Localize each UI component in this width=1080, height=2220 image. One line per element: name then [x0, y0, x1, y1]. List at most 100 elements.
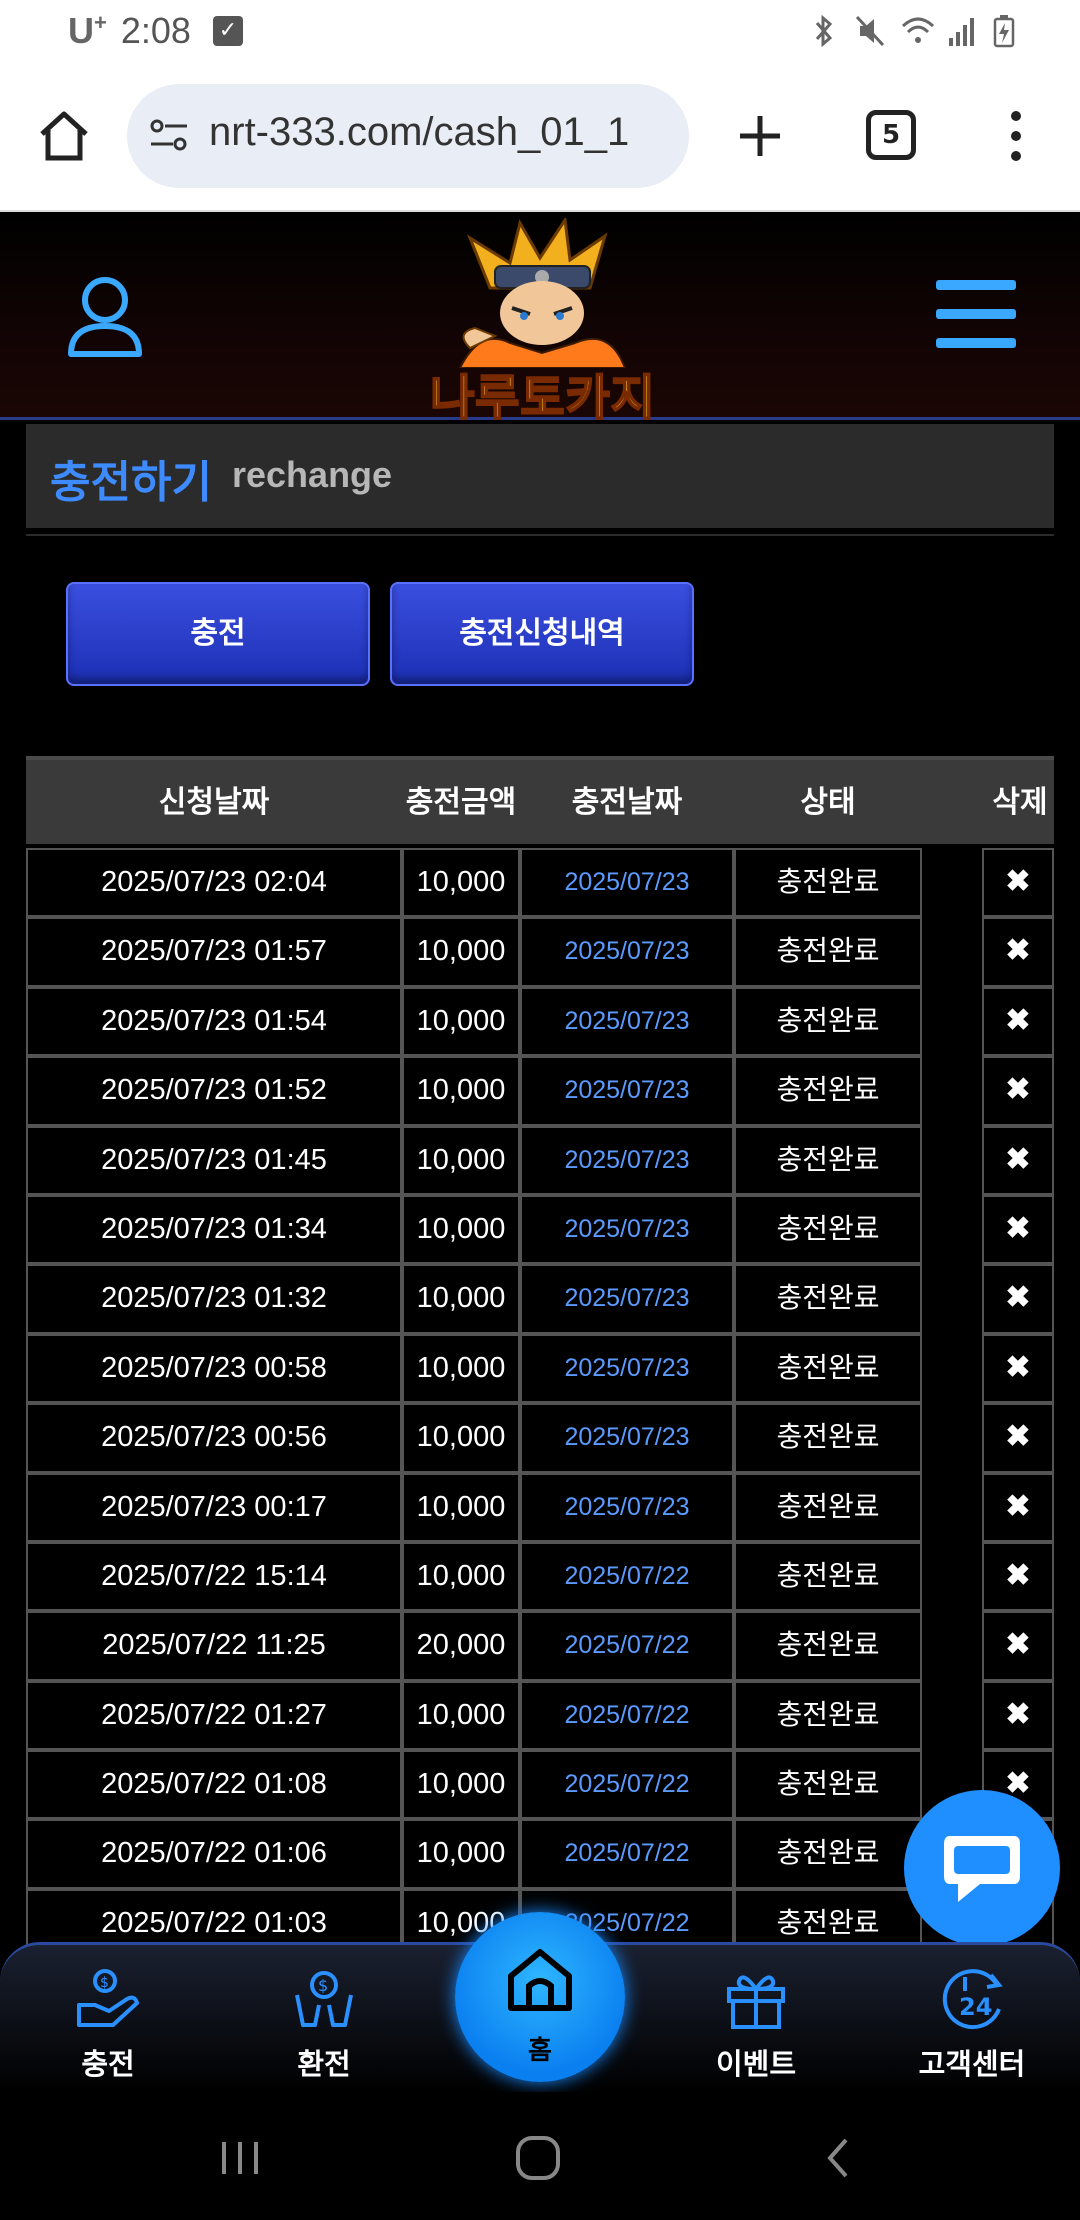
cell-status: 충전완료 [734, 1750, 922, 1820]
cell-request-date: 2025/07/23 01:45 [26, 1125, 402, 1195]
nav-event[interactable]: 이벤트 [686, 1965, 826, 2083]
hamburger-menu-icon[interactable] [936, 278, 1016, 350]
nav-support[interactable]: 24 고객센터 [902, 1965, 1042, 2083]
bluetooth-icon [808, 14, 840, 48]
charge-history-table: 신청날짜 충전금액 충전날짜 상태 삭제 2025/07/23 02:04 10,… [26, 756, 1054, 1959]
delete-icon[interactable]: ✖ [982, 1541, 1054, 1612]
delete-icon[interactable]: ✖ [982, 848, 1054, 918]
cell-amount: 10,000 [402, 848, 520, 918]
cell-amount: 10,000 [402, 1333, 520, 1404]
back-icon[interactable] [808, 2128, 868, 2188]
cell-amount: 10,000 [402, 1194, 520, 1265]
divider [26, 534, 1054, 536]
browser-home-icon[interactable] [36, 108, 92, 164]
cell-charge-date[interactable]: 2025/07/23 [520, 1194, 734, 1265]
cell-charge-date[interactable]: 2025/07/23 [520, 848, 734, 918]
site-settings-icon[interactable] [147, 114, 191, 158]
cell-charge-date[interactable]: 2025/07/23 [520, 917, 734, 987]
cell-charge-date[interactable]: 2025/07/23 [520, 1264, 734, 1334]
header-status: 상태 [800, 785, 856, 820]
home-system-icon[interactable] [508, 2128, 568, 2188]
cell-charge-date[interactable]: 2025/07/22 [520, 1541, 734, 1612]
cell-amount: 10,000 [402, 1750, 520, 1820]
header-charge-date: 충전날짜 [571, 785, 683, 820]
cell-amount: 10,000 [402, 1403, 520, 1473]
site-logo[interactable]: 나루토카지노 [400, 215, 680, 497]
table-row: 2025/07/23 01:34 10,000 2025/07/23 충전완료 ✖ [26, 1194, 1054, 1265]
table-row: 2025/07/22 11:25 20,000 2025/07/22 충전완료 ✖ [26, 1611, 1054, 1681]
table-row: 2025/07/23 01:57 10,000 2025/07/23 충전완료 ✖ [26, 917, 1054, 987]
cell-charge-date[interactable]: 2025/07/23 [520, 1125, 734, 1195]
table-row: 2025/07/23 01:45 10,000 2025/07/23 충전완료 ✖ [26, 1125, 1054, 1195]
header-request-date: 신청날짜 [158, 785, 270, 820]
nav-event-label: 이벤트 [715, 2047, 797, 2081]
delete-icon[interactable]: ✖ [982, 1264, 1054, 1334]
svg-text:$: $ [100, 1975, 109, 1991]
recent-apps-icon[interactable] [210, 2128, 270, 2188]
delete-icon[interactable]: ✖ [982, 1194, 1054, 1265]
nav-exchange[interactable]: $ 환전 [254, 1965, 394, 2083]
cell-request-date: 2025/07/23 01:32 [26, 1264, 402, 1334]
cell-request-date: 2025/07/23 02:04 [26, 848, 402, 918]
table-row: 2025/07/23 00:17 10,000 2025/07/23 충전완료 ✖ [26, 1472, 1054, 1542]
cell-request-date: 2025/07/23 01:54 [26, 986, 402, 1057]
cell-request-date: 2025/07/22 15:14 [26, 1541, 402, 1612]
table-row: 2025/07/23 01:54 10,000 2025/07/23 충전완료 ✖ [26, 986, 1054, 1057]
nav-home[interactable]: 홈 [455, 1912, 625, 2082]
page-subtitle: rechange [232, 454, 393, 495]
cell-request-date: 2025/07/23 00:56 [26, 1403, 402, 1473]
mute-icon [854, 14, 886, 48]
more-menu-icon[interactable] [1004, 106, 1028, 166]
cell-charge-date[interactable]: 2025/07/23 [520, 1056, 734, 1126]
nav-charge[interactable]: $ 충전 [38, 1965, 178, 2083]
delete-icon[interactable]: ✖ [982, 1611, 1054, 1681]
exchange-money-icon: $ [295, 1971, 353, 2027]
delete-icon[interactable]: ✖ [982, 1680, 1054, 1751]
cell-charge-date[interactable]: 2025/07/22 [520, 1750, 734, 1820]
url-bar[interactable]: nrt-333.com/cash_01_1 [127, 84, 689, 188]
cell-request-date: 2025/07/23 01:57 [26, 917, 402, 987]
tab-switcher-button[interactable]: 5 [866, 110, 916, 160]
cell-charge-date[interactable]: 2025/07/23 [520, 1403, 734, 1473]
cell-charge-date[interactable]: 2025/07/22 [520, 1819, 734, 1889]
table-row: 2025/07/22 15:14 10,000 2025/07/22 충전완료 ✖ [26, 1541, 1054, 1612]
chat-icon [944, 1836, 1020, 1902]
clock: 2:08 [120, 10, 191, 51]
home-icon [508, 1949, 572, 2011]
charge-history-button[interactable]: 충전신청내역 [390, 582, 694, 686]
url-text[interactable]: nrt-333.com/cash_01_1 [209, 110, 679, 155]
cell-charge-date[interactable]: 2025/07/23 [520, 1472, 734, 1542]
delete-icon[interactable]: ✖ [982, 1056, 1054, 1126]
charge-button[interactable]: 충전 [66, 582, 370, 686]
cell-amount: 10,000 [402, 1125, 520, 1195]
delete-icon[interactable]: ✖ [982, 1125, 1054, 1195]
delete-icon[interactable]: ✖ [982, 1472, 1054, 1542]
table-body: 2025/07/23 02:04 10,000 2025/07/23 충전완료 ✖ 202… [26, 848, 1054, 1959]
table-row: 2025/07/22 01:0610,0002025/07/22충전완료✖ [26, 1819, 1054, 1889]
live-chat-button[interactable] [904, 1790, 1060, 1946]
cell-status: 충전완료 [734, 1611, 922, 1681]
table-row: 2025/07/22 01:08 10,000 2025/07/22 충전완료 ✖ [26, 1750, 1054, 1820]
cell-charge-date[interactable]: 2025/07/22 [520, 1680, 734, 1751]
delete-icon[interactable]: ✖ [982, 986, 1054, 1057]
cell-status: 충전완료 [734, 1403, 922, 1473]
wifi-icon [900, 14, 935, 48]
cell-amount: 20,000 [402, 1611, 520, 1681]
cell-amount: 10,000 [402, 986, 520, 1057]
svg-text:24: 24 [959, 1993, 992, 2021]
cell-charge-date[interactable]: 2025/07/23 [520, 1333, 734, 1404]
cell-charge-date[interactable]: 2025/07/22 [520, 1611, 734, 1681]
user-icon[interactable] [66, 274, 144, 358]
table-row: 2025/07/23 01:32 10,000 2025/07/23 충전완료 ✖ [26, 1264, 1054, 1334]
cell-charge-date[interactable]: 2025/07/23 [520, 986, 734, 1057]
cell-amount: 10,000 [402, 1264, 520, 1334]
new-tab-icon[interactable] [730, 106, 790, 166]
cell-status: 충전완료 [734, 986, 922, 1057]
delete-icon[interactable]: ✖ [982, 1333, 1054, 1404]
nav-support-label: 고객센터 [918, 2047, 1026, 2081]
table-row: 2025/07/23 02:04 10,000 2025/07/23 충전완료 ✖ [26, 848, 1054, 918]
cell-status: 충전완료 [734, 1541, 922, 1612]
delete-icon[interactable]: ✖ [982, 1403, 1054, 1473]
battery-icon [992, 14, 1024, 48]
delete-icon[interactable]: ✖ [982, 917, 1054, 987]
